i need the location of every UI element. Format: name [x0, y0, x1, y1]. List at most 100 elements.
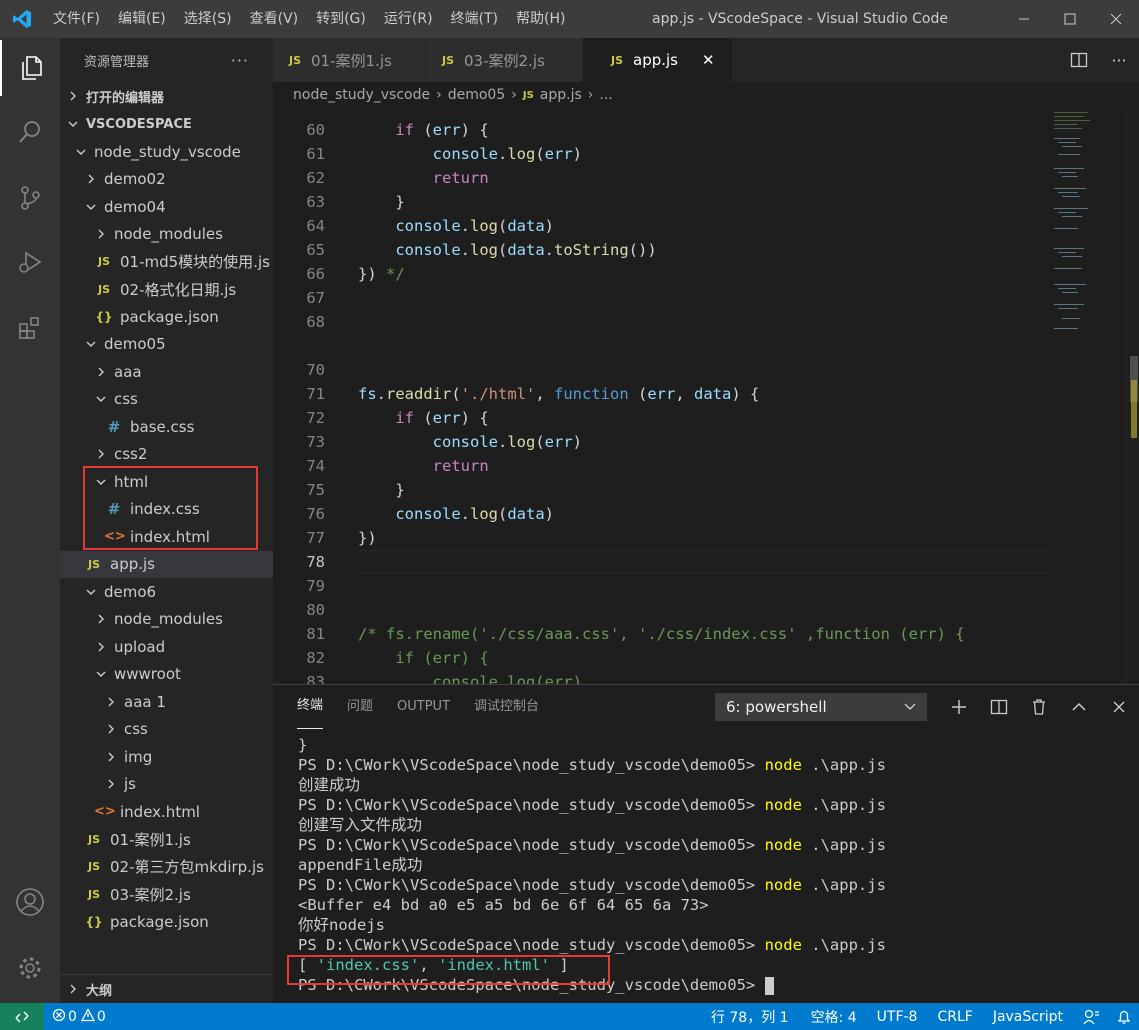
feedback-icon[interactable] [1075, 1009, 1109, 1025]
tree-item[interactable]: demo05 [60, 331, 273, 359]
tree-item[interactable]: css [60, 386, 273, 414]
code-line: 67 [273, 286, 1048, 310]
tree-item[interactable]: {} package.json [60, 908, 273, 936]
outline-section[interactable]: 大纲 [60, 974, 273, 1003]
encoding-status[interactable]: UTF-8 [869, 1009, 926, 1025]
tab-01-case1[interactable]: JS 01-案例1.js [273, 38, 426, 82]
menu-item[interactable]: 终端(T) [442, 0, 507, 38]
tab-terminal[interactable]: 终端 [297, 685, 324, 729]
tree-item[interactable]: img [60, 743, 273, 771]
account-icon[interactable] [0, 874, 60, 930]
tree-item[interactable]: {} package.json [60, 303, 273, 331]
tree-item[interactable]: node_modules [60, 221, 273, 249]
tree-item[interactable]: aaa [60, 358, 273, 386]
menu-item[interactable]: 运行(R) [375, 0, 442, 38]
tree-item[interactable]: # index.css [60, 496, 273, 524]
terminal-line: PS D:\CWork\VScodeSpace\node_study_vscod… [298, 975, 886, 995]
line-number: 70 [306, 361, 325, 379]
trash-icon[interactable] [1019, 698, 1059, 716]
terminal-line: appendFile成功 [298, 855, 886, 875]
terminal-line: PS D:\CWork\VScodeSpace\node_study_vscod… [298, 755, 886, 775]
settings-gear-icon[interactable] [0, 940, 60, 996]
eol-status[interactable]: CRLF [929, 1009, 980, 1025]
breadcrumb-item[interactable]: ... [599, 87, 612, 103]
maximize-panel-icon[interactable] [1059, 700, 1099, 714]
terminal-output[interactable]: } PS D:\CWork\VScodeSpace\node_study_vsco… [298, 735, 886, 995]
menu-item[interactable]: 文件(F) [44, 0, 109, 38]
tree-item[interactable]: demo04 [60, 193, 273, 221]
code-token: err [544, 433, 573, 451]
tree-item[interactable]: JS 02-第三方包mkdirp.js [60, 853, 273, 881]
chevron-down-icon [94, 669, 108, 679]
search-icon[interactable] [0, 104, 60, 160]
editor-more-icon[interactable]: ··· [1099, 51, 1139, 70]
breadcrumb-item[interactable]: node_study_vscode [293, 87, 430, 103]
tree-item[interactable]: css [60, 716, 273, 744]
code-token: . [460, 217, 470, 235]
source-control-icon[interactable] [0, 170, 60, 226]
tab-output[interactable]: OUTPUT [397, 685, 450, 729]
tree-item[interactable]: wwwroot [60, 661, 273, 689]
tab-03-case2[interactable]: JS 03-案例2.js [426, 38, 583, 82]
code-token: log [507, 433, 536, 451]
tree-item[interactable]: JS 03-案例2.js [60, 881, 273, 909]
breadcrumb-item[interactable]: demo05 [448, 87, 506, 103]
workspace-section[interactable]: VSCODESPACE [60, 110, 273, 138]
menu-item[interactable]: 编辑(E) [109, 0, 175, 38]
tree-item[interactable]: demo6 [60, 578, 273, 606]
add-terminal-icon[interactable] [939, 699, 979, 715]
tree-item[interactable]: aaa 1 [60, 688, 273, 716]
terminal-result: 'index.html' [438, 956, 550, 974]
run-debug-icon[interactable] [0, 234, 60, 290]
tree-item[interactable]: JS 02-格式化日期.js [60, 276, 273, 304]
tree-item[interactable]: # base.css [60, 413, 273, 441]
explorer-icon[interactable] [0, 40, 60, 96]
minimize-icon[interactable] [1001, 0, 1047, 38]
tree-item[interactable]: node_modules [60, 606, 273, 634]
terminal-prompt: PS D:\CWork\VScodeSpace\node_study_vscod… [298, 976, 765, 994]
tab-app-js[interactable]: JS app.js ✕ [583, 38, 733, 82]
minimap[interactable] [1048, 108, 1126, 684]
chevron-down-icon [84, 339, 98, 349]
language-status[interactable]: JavaScript [985, 1009, 1071, 1025]
cursor-position[interactable]: 行 78，列 1 [703, 1007, 797, 1027]
tree-item[interactable]: JS 01-案例1.js [60, 826, 273, 854]
split-terminal-icon[interactable] [979, 698, 1019, 716]
tree-item[interactable]: html [60, 468, 273, 496]
tree-item[interactable]: JS app.js [60, 550, 273, 578]
tree-item[interactable]: demo02 [60, 166, 273, 194]
menu-item[interactable]: 选择(S) [175, 0, 241, 38]
tree-item[interactable]: node_study_vscode [60, 138, 273, 166]
extensions-icon[interactable] [0, 300, 60, 356]
menu-item[interactable]: 转到(G) [307, 0, 375, 38]
tab-problems[interactable]: 问题 [347, 685, 373, 729]
remote-icon[interactable] [0, 1003, 44, 1030]
open-editors-section[interactable]: 打开的编辑器 [60, 82, 273, 110]
tree-item[interactable]: css2 [60, 441, 273, 469]
code-token: err [647, 385, 676, 403]
tree-item[interactable]: upload [60, 633, 273, 661]
close-tab-icon[interactable]: ✕ [702, 51, 715, 69]
more-actions-icon[interactable]: ··· [231, 51, 249, 70]
split-editor-icon[interactable] [1059, 51, 1099, 69]
breadcrumb-item[interactable]: app.js [540, 87, 582, 103]
js-file-icon: JS [87, 832, 100, 846]
tree-item[interactable]: JS 01-md5模块的使用.js [60, 248, 273, 276]
code-editor[interactable]: 60 if (err) {61 console.log(err) 62 retur… [273, 108, 1139, 684]
menu-bar: 文件(F) 编辑(E) 选择(S) 查看(V) 转到(G) 运行(R) 终端(T) 帮助(H) [44, 0, 574, 38]
problems-status[interactable]: 0 0 [44, 1007, 114, 1026]
tab-debug-console[interactable]: 调试控制台 [474, 685, 539, 729]
tree-item[interactable]: js [60, 771, 273, 799]
code-token: ( [535, 145, 545, 163]
tree-item[interactable]: <> index.html [60, 523, 273, 551]
maximize-icon[interactable] [1047, 0, 1093, 38]
menu-item[interactable]: 查看(V) [241, 0, 308, 38]
close-window-icon[interactable] [1093, 0, 1139, 38]
tree-item[interactable]: <> index.html [60, 798, 273, 826]
terminal-select[interactable]: 6: powershell [715, 693, 927, 721]
indentation-status[interactable]: 空格: 4 [803, 1007, 865, 1027]
notifications-bell-icon[interactable] [1109, 1009, 1139, 1025]
menu-item[interactable]: 帮助(H) [507, 0, 574, 38]
close-panel-icon[interactable] [1099, 701, 1139, 713]
editor-scrollbar[interactable] [1126, 108, 1139, 684]
